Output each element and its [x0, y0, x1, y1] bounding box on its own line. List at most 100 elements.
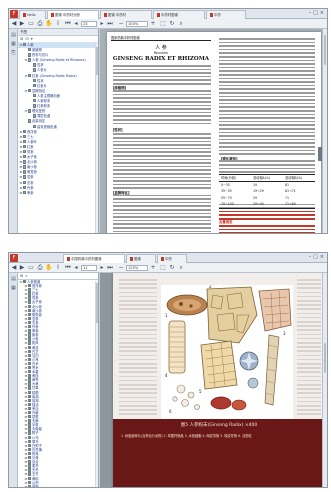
- zoom-out-icon[interactable]: −: [117, 264, 125, 272]
- powder-microscopy-illustration: 1 2 3 4 5 6: [165, 284, 292, 414]
- zoom-out-icon[interactable]: −: [117, 20, 125, 28]
- next-page-icon[interactable]: ▸: [98, 264, 106, 272]
- back-icon[interactable]: ◀: [10, 264, 18, 272]
- fit-page-icon[interactable]: ⬚: [159, 264, 167, 272]
- text-line-placeholder: [113, 212, 211, 215]
- text-line-placeholder: [297, 400, 321, 403]
- figure-part-number: 1: [165, 313, 168, 318]
- app-logo-icon[interactable]: F: [10, 254, 18, 262]
- bookmark-panel-icon[interactable]: ▤: [10, 32, 17, 39]
- tab-2[interactable]: 图谱·中药材分册: [47, 10, 99, 19]
- text-line-placeholder: [297, 316, 321, 319]
- attachment-icon[interactable]: ⎘: [10, 50, 17, 57]
- bookmark-options-icon[interactable]: ▾: [31, 36, 35, 41]
- search-bookmarks-icon[interactable]: ⌕: [25, 273, 29, 278]
- tab-5[interactable]: 中药: [206, 10, 246, 19]
- tab-4[interactable]: 中药材图谱: [153, 10, 205, 19]
- search-icon[interactable]: ⌕: [177, 20, 185, 28]
- text-line-placeholder: [297, 346, 321, 348]
- last-page-icon[interactable]: ⏭: [106, 264, 114, 272]
- text-line-placeholder: [297, 312, 321, 315]
- tab-3[interactable]: 图谱·中药材: [100, 10, 152, 19]
- text-line-placeholder: [219, 66, 315, 69]
- bookmark-icon: [23, 160, 26, 164]
- page-number-field[interactable]: 23: [81, 21, 97, 27]
- document-scrollbar[interactable]: [322, 29, 327, 233]
- text-line-placeholder: [297, 337, 321, 340]
- bookmark-icon: [28, 472, 31, 476]
- open-folder-icon[interactable]: ▭: [27, 20, 35, 28]
- tab-2[interactable]: 图谱: [126, 254, 156, 263]
- text-line-placeholder: [113, 155, 211, 157]
- header-rule: [111, 40, 211, 41]
- forward-icon[interactable]: ▶: [18, 20, 26, 28]
- zoom-in-icon[interactable]: +: [149, 264, 157, 272]
- text-line-placeholder: [219, 164, 315, 166]
- fit-page-icon[interactable]: ⬚: [159, 20, 167, 28]
- zoom-field[interactable]: 100%: [126, 21, 148, 27]
- text-line-placeholder: [219, 74, 315, 76]
- pdf-file-icon: [157, 12, 160, 17]
- select-tool-icon[interactable]: I: [54, 264, 62, 272]
- bookmark-icon: [28, 58, 31, 62]
- pdf-file-icon: [51, 12, 54, 17]
- text-line-placeholder: [119, 300, 157, 302]
- document-scrollbar-thumb[interactable]: [324, 35, 326, 65]
- resin-canal-fragment: [166, 294, 208, 316]
- bookmark-icon: [28, 304, 31, 308]
- prev-page-icon[interactable]: ◂: [72, 264, 80, 272]
- text-line-placeholder: [219, 135, 315, 137]
- bookmark-icon: [28, 451, 31, 456]
- table-cell: 81→71: [285, 189, 296, 193]
- tab-1[interactable]: 中国药典中药材图谱: [63, 254, 125, 263]
- first-page-icon[interactable]: ⏮: [64, 264, 72, 272]
- bookmark-scrollbar[interactable]: [95, 281, 98, 487]
- text-line-placeholder: [219, 131, 315, 134]
- text-line-placeholder: [113, 144, 211, 146]
- thumbnail-panel-icon[interactable]: ▦: [10, 41, 17, 48]
- last-page-icon[interactable]: ⏭: [106, 20, 114, 28]
- toolbar: ◀ ▶ ▭ ⎙ ✋ I ⏮ ◂ 11 ▸ ⏭ − 125% + ⬚ ↻ ⌕: [9, 263, 327, 273]
- app-logo-icon[interactable]: F: [10, 10, 18, 18]
- hand-tool-icon[interactable]: ✋: [45, 264, 53, 272]
- bookmark-scrollbar-thumb[interactable]: [96, 47, 98, 75]
- print-icon[interactable]: ⎙: [36, 20, 44, 28]
- document-scrollbar-thumb[interactable]: [324, 343, 326, 373]
- window-controls[interactable]: –□×: [309, 10, 326, 16]
- next-page-icon[interactable]: ▸: [98, 20, 106, 28]
- side-navigation-strip: ▤ ▦: [9, 273, 18, 487]
- tab-3[interactable]: 中药: [157, 254, 187, 263]
- bookmark-label: 人参叶: [27, 139, 37, 144]
- text-line-placeholder: [297, 295, 321, 298]
- bookmark-item[interactable]: ⊞ 茯苓: [18, 484, 98, 487]
- back-icon[interactable]: ◀: [10, 20, 18, 28]
- print-icon[interactable]: ⎙: [36, 264, 44, 272]
- document-scrollbar[interactable]: [322, 273, 327, 487]
- select-tool-icon[interactable]: I: [54, 20, 62, 28]
- page-number-field[interactable]: 11: [81, 265, 97, 271]
- window-controls[interactable]: –□×: [309, 254, 326, 260]
- rotate-icon[interactable]: ↻: [168, 20, 176, 28]
- bookmark-item[interactable]: ⊞ 拳参: [18, 190, 98, 196]
- bookmark-scrollbar[interactable]: [95, 43, 98, 233]
- bookmark-scrollbar-thumb[interactable]: [96, 283, 98, 323]
- prev-page-icon[interactable]: ◂: [72, 20, 80, 28]
- zoom-field[interactable]: 125%: [126, 265, 148, 271]
- text-line-placeholder: [119, 295, 157, 298]
- tab-1[interactable]: Hello: [19, 10, 46, 19]
- bookmark-panel-icon[interactable]: ▤: [10, 276, 17, 283]
- hand-tool-icon[interactable]: ✋: [45, 20, 53, 28]
- forward-icon[interactable]: ▶: [18, 264, 26, 272]
- text-line-placeholder: [219, 214, 315, 216]
- search-icon[interactable]: ⌕: [177, 264, 185, 272]
- zoom-in-icon[interactable]: +: [149, 20, 157, 28]
- text-line-placeholder: [297, 384, 321, 386]
- tab-label: Hello: [27, 13, 36, 17]
- table-cell: 0~35: [221, 182, 230, 187]
- rotate-icon[interactable]: ↻: [168, 264, 176, 272]
- text-line-placeholder: [219, 153, 315, 155]
- first-page-icon[interactable]: ⏮: [64, 20, 72, 28]
- text-line-placeholder: [119, 283, 157, 285]
- open-folder-icon[interactable]: ▭: [27, 264, 35, 272]
- thumbnail-panel-icon[interactable]: ▦: [10, 285, 17, 292]
